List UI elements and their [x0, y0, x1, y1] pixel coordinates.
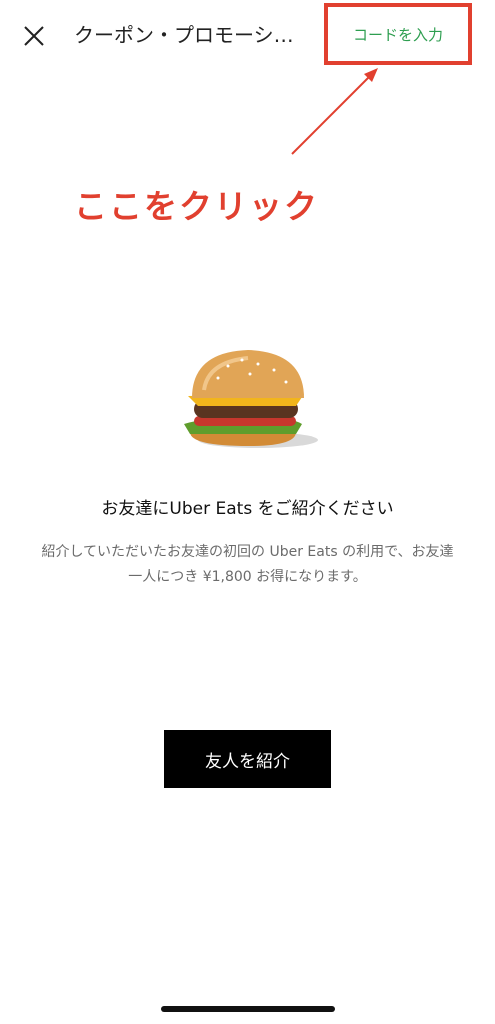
annotation-arrow	[291, 68, 378, 155]
home-indicator[interactable]	[161, 1006, 335, 1012]
enter-code-button[interactable]: コードを入力	[328, 7, 468, 61]
refer-friend-button[interactable]: 友人を紹介	[164, 730, 331, 788]
burger-illustration	[184, 350, 318, 448]
close-button[interactable]	[18, 20, 50, 52]
page-title: クーポン・プロモーシ…	[74, 23, 294, 47]
referral-description: 紹介していただいたお友達の初回の Uber Eats の利用で、お友達一人につき…	[41, 544, 454, 585]
referral-headline: お友達にUber Eats をご紹介ください	[101, 499, 394, 519]
top-bar: クーポン・プロモーシ… コードを入力	[0, 0, 495, 72]
close-icon	[24, 26, 44, 46]
annotation-label: ここをクリック	[74, 187, 319, 226]
highlight-box: コードを入力	[324, 3, 472, 65]
